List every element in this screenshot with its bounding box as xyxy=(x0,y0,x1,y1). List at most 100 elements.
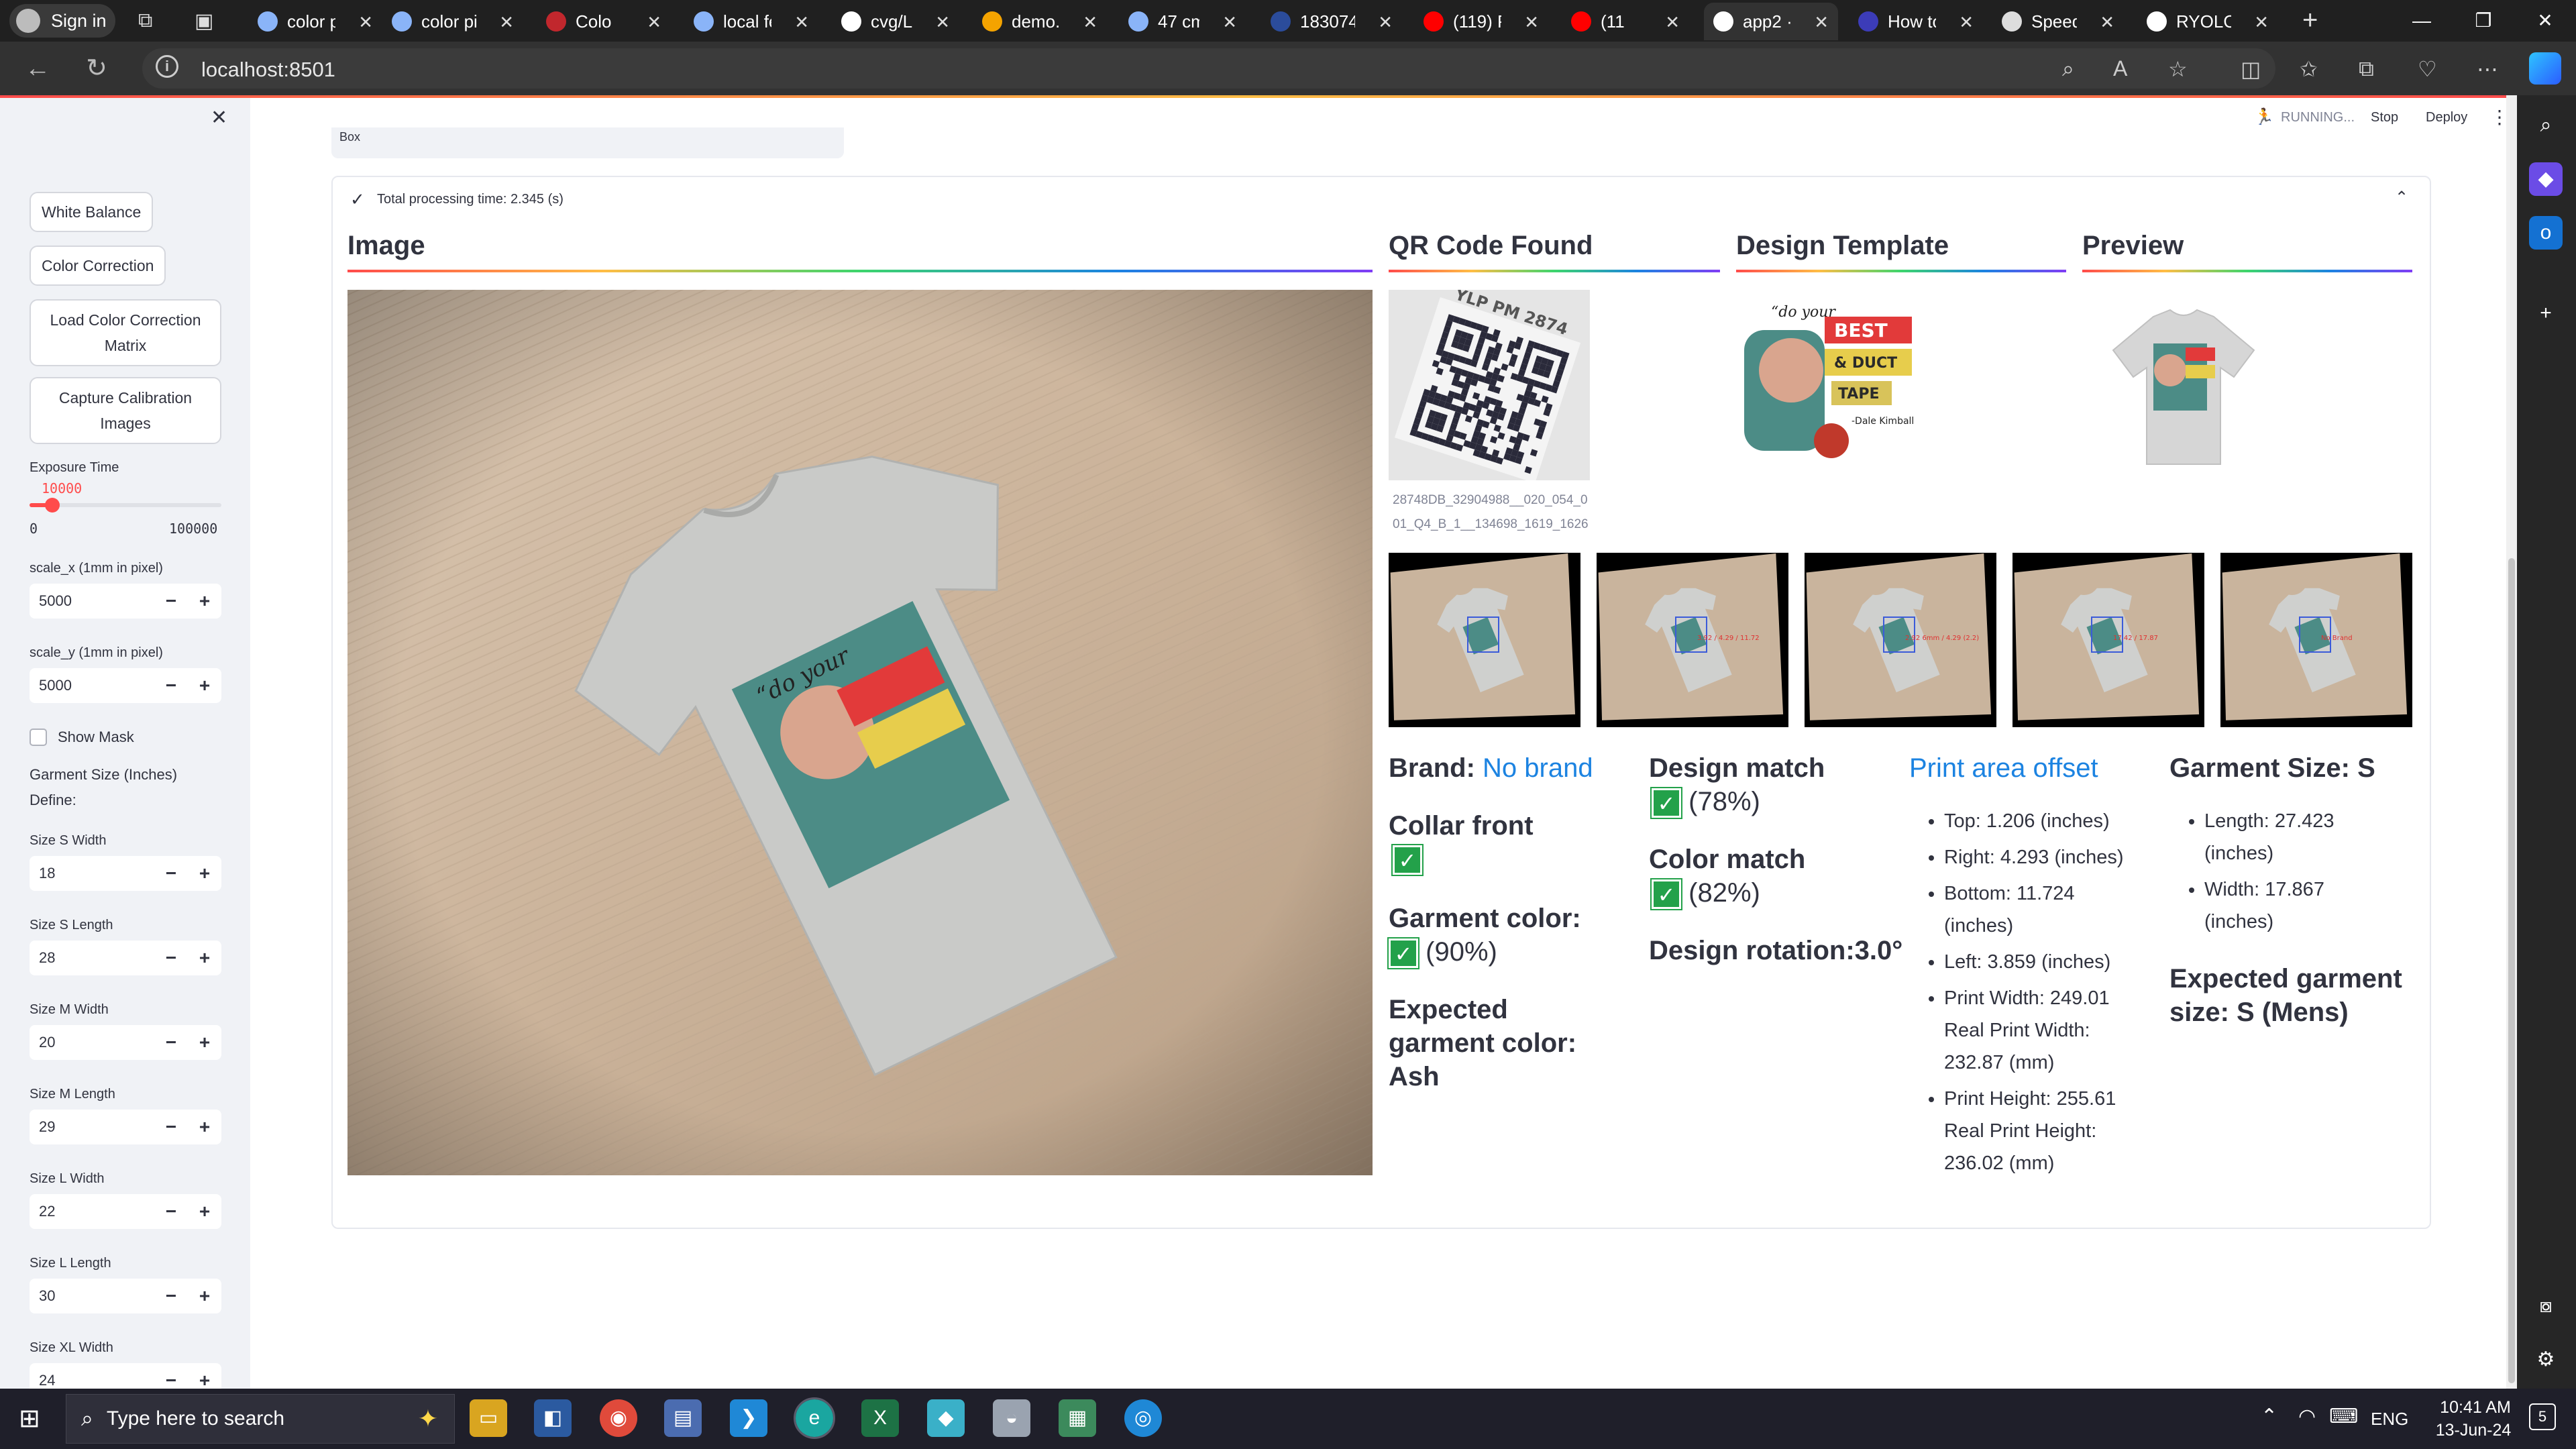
store-icon[interactable]: ◧ xyxy=(534,1399,572,1437)
decrement-button[interactable]: − xyxy=(154,1201,188,1222)
close-sidebar-icon[interactable]: ✕ xyxy=(211,106,227,129)
url-text[interactable]: localhost:8501 xyxy=(201,58,335,82)
decrement-button[interactable]: − xyxy=(154,863,188,884)
copilot-rail-icon[interactable]: ◆ xyxy=(2529,162,2563,196)
tab-close-icon[interactable]: ✕ xyxy=(794,12,809,33)
white-balance-button[interactable]: White Balance xyxy=(30,192,154,232)
browser-tab[interactable]: (119) Pla ✕ xyxy=(1414,3,1548,40)
favorite-star-icon[interactable]: ☆ xyxy=(2168,56,2188,82)
tab-close-icon[interactable]: ✕ xyxy=(935,12,950,33)
heart-icon[interactable]: ♡ xyxy=(2418,56,2437,82)
settings-icon[interactable]: ⚙ xyxy=(2529,1343,2563,1377)
browser-tab[interactable]: cvg/Ligh ✕ xyxy=(832,3,959,40)
copilot-icon[interactable] xyxy=(2529,52,2561,85)
size-input[interactable]: 29− + xyxy=(30,1110,221,1144)
increment-button[interactable]: + xyxy=(188,590,221,612)
outlook-icon[interactable]: o xyxy=(2529,216,2563,250)
tray-overflow-icon[interactable]: ⌃ xyxy=(2261,1405,2277,1428)
wifi-icon[interactable]: ◠ xyxy=(2298,1405,2316,1428)
split-screen-icon[interactable]: ◫ xyxy=(2241,56,2261,82)
favorites-icon[interactable]: ✩ xyxy=(2300,56,2318,82)
decrement-button[interactable]: − xyxy=(154,1285,188,1307)
size-input[interactable]: 30− + xyxy=(30,1279,221,1313)
decrement-button[interactable]: − xyxy=(154,1116,188,1138)
browser-tab[interactable]: 183074 ✕ xyxy=(1261,3,1402,40)
new-tab-button[interactable]: + xyxy=(2302,5,2318,36)
browser-tab[interactable]: Colo ✕ xyxy=(537,3,671,40)
tab-actions-icon[interactable]: ▣ xyxy=(195,9,213,33)
close-window-icon[interactable]: ✕ xyxy=(2514,0,2576,42)
load-ccm-button[interactable]: Load Color Correction Matrix xyxy=(30,299,221,366)
browser-tab[interactable]: color pic ✕ xyxy=(248,3,382,40)
tab-close-icon[interactable]: ✕ xyxy=(1665,12,1680,33)
size-input[interactable]: 24− + xyxy=(30,1363,221,1389)
main-menu-icon[interactable]: ⋮ xyxy=(2490,106,2509,128)
browser-tab[interactable]: local fea ✕ xyxy=(684,3,818,40)
decrement-button[interactable]: − xyxy=(154,675,188,696)
size-value[interactable]: 22 xyxy=(30,1203,154,1220)
browser-tab[interactable]: demo.ip ✕ xyxy=(973,3,1107,40)
scale-x-value[interactable]: 5000 xyxy=(30,592,154,610)
size-value[interactable]: 28 xyxy=(30,949,154,967)
size-input[interactable]: 22− + xyxy=(30,1194,221,1229)
collections-icon[interactable]: ⧉ xyxy=(2359,56,2374,82)
collapse-icon[interactable]: ⌃ xyxy=(2395,188,2408,207)
tab-close-icon[interactable]: ✕ xyxy=(499,12,514,33)
excel-icon[interactable]: X xyxy=(861,1399,899,1437)
app-icon[interactable]: ▤ xyxy=(664,1399,702,1437)
add-icon[interactable]: + xyxy=(2529,297,2563,330)
omnibox[interactable] xyxy=(142,48,2275,89)
search-icon[interactable]: ⌕ xyxy=(2529,109,2563,142)
screenshot-icon[interactable]: ⧇ xyxy=(2529,1289,2563,1323)
file-explorer-icon[interactable]: ▭ xyxy=(470,1399,507,1437)
refresh-icon[interactable]: ↻ xyxy=(79,51,114,86)
notification-icon[interactable]: 5 xyxy=(2529,1403,2556,1430)
browser-tab[interactable]: 47 cm in ✕ xyxy=(1119,3,1246,40)
processing-time[interactable]: Total processing time: 2.345 (s) xyxy=(377,192,564,207)
app-icon-3[interactable]: ◒ xyxy=(993,1399,1030,1437)
size-value[interactable]: 18 xyxy=(30,865,154,882)
clock-time[interactable]: 10:41 AM xyxy=(2435,1398,2516,1417)
size-input[interactable]: 20− + xyxy=(30,1025,221,1060)
scale-x-input[interactable]: 5000 − + xyxy=(30,584,221,619)
zoom-icon[interactable]: ⌕ xyxy=(2062,56,2074,82)
back-icon[interactable]: ← xyxy=(20,51,55,86)
restore-icon[interactable]: ❐ xyxy=(2453,0,2514,42)
browser-tab[interactable]: app2 · S ✕ xyxy=(1704,3,1838,40)
decrement-button[interactable]: − xyxy=(154,947,188,969)
size-input[interactable]: 28− + xyxy=(30,941,221,975)
more-menu-icon[interactable]: ⋯ xyxy=(2477,56,2498,82)
deploy-button[interactable]: Deploy xyxy=(2426,110,2467,125)
tab-close-icon[interactable]: ✕ xyxy=(647,12,661,33)
workspaces-icon[interactable]: ⧉ xyxy=(138,9,152,32)
increment-button[interactable]: + xyxy=(188,863,221,884)
tab-close-icon[interactable]: ✕ xyxy=(1378,12,1393,33)
windows-start-icon[interactable]: ⊞ xyxy=(19,1403,40,1434)
increment-button[interactable]: + xyxy=(188,1201,221,1222)
vscode-icon[interactable]: ❯ xyxy=(730,1399,767,1437)
increment-button[interactable]: + xyxy=(188,1116,221,1138)
increment-button[interactable]: + xyxy=(188,1370,221,1389)
scale-y-input[interactable]: 5000 − + xyxy=(30,668,221,703)
clock-date[interactable]: 13-Jun-24 xyxy=(2430,1421,2517,1440)
edge-icon[interactable]: e xyxy=(794,1397,835,1439)
read-aloud-icon[interactable]: A xyxy=(2113,56,2127,81)
tab-close-icon[interactable]: ✕ xyxy=(1222,12,1237,33)
exposure-slider-track[interactable] xyxy=(30,498,221,513)
tab-close-icon[interactable]: ✕ xyxy=(1814,12,1829,33)
increment-button[interactable]: + xyxy=(188,675,221,696)
size-value[interactable]: 30 xyxy=(30,1287,154,1305)
app-icon-2[interactable]: ◆ xyxy=(927,1399,965,1437)
browser-tab[interactable]: (11 ✕ xyxy=(1562,3,1689,40)
stop-button[interactable]: Stop xyxy=(2371,110,2398,125)
size-value[interactable]: 29 xyxy=(30,1118,154,1136)
tab-close-icon[interactable]: ✕ xyxy=(1959,12,1974,33)
browser-tab[interactable]: color pic ✕ xyxy=(382,3,523,40)
scale-y-value[interactable]: 5000 xyxy=(30,677,154,694)
browser-tab[interactable]: Speedte ✕ xyxy=(1992,3,2124,40)
language-indicator[interactable]: ENG xyxy=(2371,1409,2408,1430)
exposure-slider-thumb[interactable] xyxy=(44,498,60,513)
site-info-icon[interactable]: i xyxy=(156,55,178,78)
tab-close-icon[interactable]: ✕ xyxy=(1524,12,1539,33)
app-icon-4[interactable]: ◎ xyxy=(1124,1399,1162,1437)
